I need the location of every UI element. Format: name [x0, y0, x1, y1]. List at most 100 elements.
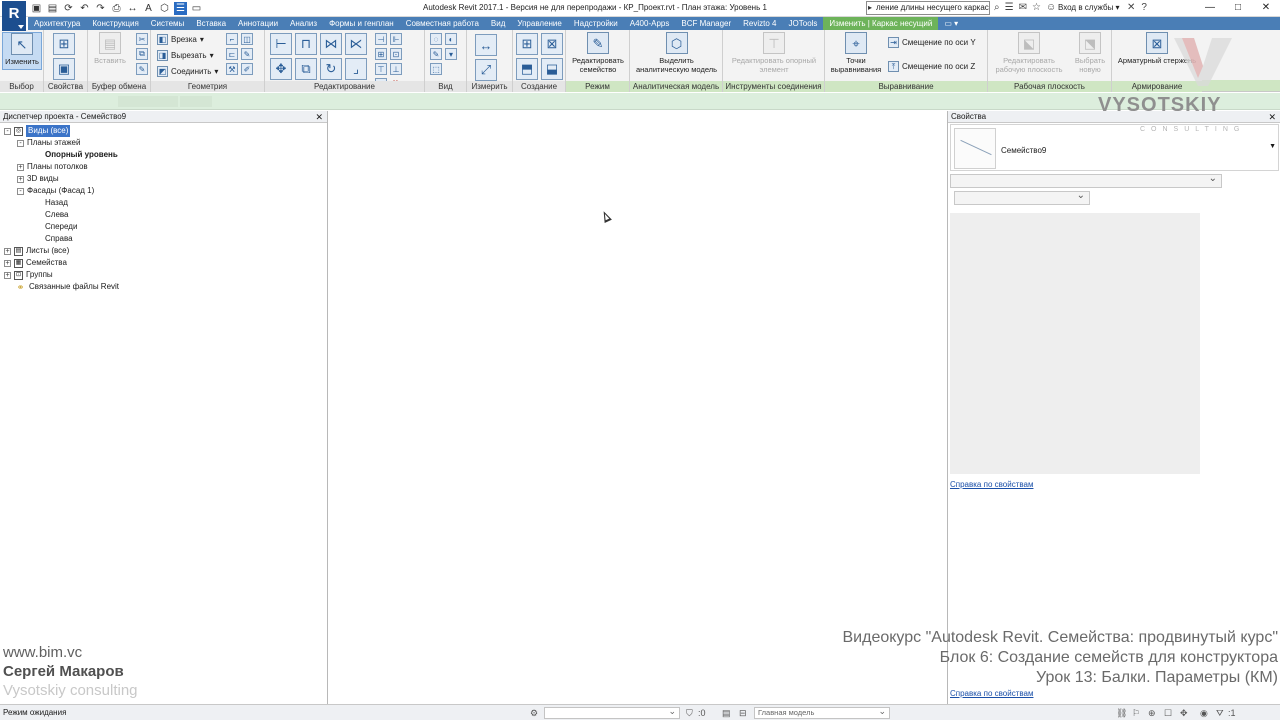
panel-select-label[interactable]: Выбор	[0, 81, 43, 92]
close-icon[interactable]: ✕	[1268, 111, 1276, 123]
tree-node-ref-level[interactable]: Опорный уровень	[45, 149, 118, 161]
paste-button[interactable]: ▤ Вставить	[92, 32, 128, 65]
collapse-icon[interactable]: -	[17, 139, 24, 147]
tab-manage[interactable]: Управление	[511, 17, 567, 30]
rotate-icon[interactable]: ↻	[320, 58, 342, 80]
create-similar-icon[interactable]: ⬓	[541, 58, 563, 80]
split-face-icon[interactable]: ◫	[241, 33, 253, 45]
properties-help-link[interactable]: Справка по свойствам	[950, 689, 1033, 698]
tab-annotate[interactable]: Аннотации	[232, 17, 284, 30]
tree-node-3d-views[interactable]: + 3D виды	[17, 173, 59, 185]
edit-reference-button[interactable]: ⊤ Редактировать опорный элемент	[729, 32, 819, 74]
type-properties-icon[interactable]: ⊞	[53, 33, 75, 55]
split-gap-icon[interactable]: ⊩	[390, 33, 402, 45]
tab-architecture[interactable]: Архитектура	[28, 17, 86, 30]
scale-icon[interactable]: ⊡	[390, 48, 402, 60]
match-type-icon[interactable]: ✎	[136, 63, 148, 75]
workset-icon[interactable]: ⚙	[530, 708, 538, 718]
create-parts-icon[interactable]: ⊠	[541, 33, 563, 55]
collapse-icon[interactable]: -	[17, 187, 24, 195]
cope-button[interactable]: ◧ Врезка ▾	[157, 34, 204, 45]
design-option-dropdown[interactable]: Главная модель	[754, 706, 890, 719]
switch-windows-icon[interactable]: ▭	[190, 2, 203, 15]
tab-modify-structural-framing[interactable]: Изменить | Каркас несущий	[823, 17, 939, 30]
edit-type-dropdown[interactable]	[954, 190, 1090, 205]
demolish-icon[interactable]: ⚒	[226, 63, 238, 75]
select-links-icon[interactable]: ⛓	[1116, 708, 1127, 718]
tab-bcf-manager[interactable]: BCF Manager	[675, 17, 737, 30]
print-icon[interactable]: ⎙	[110, 2, 123, 15]
expand-icon[interactable]: +	[17, 163, 24, 171]
tree-node-families[interactable]: + ▦ Семейства	[4, 257, 67, 269]
tab-a400-apps[interactable]: A400-Apps	[624, 17, 676, 30]
open-icon[interactable]: ▣	[30, 2, 43, 15]
properties-help-link[interactable]: Справка по свойствам	[950, 480, 1033, 489]
binoculars-icon[interactable]: ⌕	[994, 2, 1000, 14]
tree-node-views[interactable]: - ◎ Виды (все)	[4, 125, 71, 137]
expand-icon[interactable]: +	[4, 271, 11, 279]
tab-jotools[interactable]: JOTools	[783, 17, 824, 30]
tab-view[interactable]: Вид	[485, 17, 511, 30]
tab-addins[interactable]: Надстройки	[568, 17, 624, 30]
trim-extend-icon[interactable]: ⌟	[345, 58, 367, 80]
3d-view-icon[interactable]: ⬡	[158, 2, 171, 15]
exchange-icon[interactable]: ✕	[1127, 2, 1135, 14]
instance-filter-dropdown[interactable]	[950, 173, 1222, 188]
linework-icon[interactable]: ✎	[430, 48, 442, 60]
communication-icon[interactable]: ✉	[1019, 2, 1027, 14]
design-options-icon[interactable]: ▤	[722, 708, 731, 718]
tree-node-right[interactable]: Справа	[45, 233, 73, 245]
filter-icon[interactable]: ⛛	[1216, 708, 1224, 718]
measure-icon[interactable]: ↔	[126, 2, 139, 15]
sign-in-menu[interactable]: Вход в службы	[1058, 3, 1120, 12]
expand-icon[interactable]: +	[17, 175, 24, 183]
tree-node-floor-plans[interactable]: - Планы этажей	[17, 137, 80, 149]
search-input[interactable]: ление длины несущего каркаса	[866, 1, 990, 15]
edit-family-button[interactable]: ✎ Редактировать семейство	[568, 32, 628, 74]
collapse-icon[interactable]: -	[4, 127, 11, 135]
tree-node-groups[interactable]: + ⊡ Группы	[4, 269, 53, 281]
select-box-icon[interactable]: ⬚	[430, 63, 442, 75]
tab-massing-site[interactable]: Формы и генплан	[323, 17, 400, 30]
editable-only-icon[interactable]: ⛉	[686, 708, 693, 718]
offset-icon[interactable]: ⊓	[295, 33, 317, 55]
close-icon[interactable]: ✕	[315, 111, 323, 123]
paint-icon[interactable]: ✎	[241, 48, 253, 60]
mirror-axis-icon[interactable]: ⋈	[320, 33, 342, 55]
tab-analyze[interactable]: Анализ	[284, 17, 323, 30]
select-underlay-icon[interactable]: ⚐	[1132, 708, 1140, 718]
y-offset-button[interactable]: ⇥ Смещение по оси Y	[888, 37, 976, 48]
exclude-options-icon[interactable]: ⊟	[739, 708, 747, 718]
select-by-face-icon[interactable]: ☐	[1164, 708, 1172, 718]
workset-dropdown[interactable]	[544, 706, 680, 719]
expand-icon[interactable]: +	[4, 259, 11, 267]
tab-insert[interactable]: Вставка	[190, 17, 232, 30]
tab-collaborate[interactable]: Совместная работа	[400, 17, 485, 30]
app-menu-button[interactable]: R	[2, 1, 26, 31]
cut-icon[interactable]: ✂	[136, 33, 148, 45]
mirror-draw-icon[interactable]: ⋉	[345, 33, 367, 55]
wall-joins-icon[interactable]: ⌐	[226, 33, 238, 45]
pin-icon[interactable]: ⊤	[375, 63, 387, 75]
sync-icon[interactable]: ⟳	[62, 2, 75, 15]
copy-icon[interactable]: ⧉	[136, 48, 148, 60]
close-windows-icon[interactable]: ☰	[174, 2, 187, 15]
create-group-icon[interactable]: ⬒	[516, 58, 538, 80]
redo-icon[interactable]: ↷	[94, 2, 107, 15]
copy-element-icon[interactable]: ⧉	[295, 58, 317, 80]
tab-revizto[interactable]: Revizto 4	[737, 17, 782, 30]
select-pinned-icon[interactable]: ⊕	[1148, 708, 1156, 718]
chevron-down-icon[interactable]: ▼	[1269, 143, 1276, 150]
pick-new-button[interactable]: ⬔ Выбрать новую	[1072, 32, 1108, 74]
text-icon[interactable]: A	[142, 2, 155, 15]
tree-node-back[interactable]: Назад	[45, 197, 68, 209]
view-dropdown-icon[interactable]: ▾	[445, 48, 457, 60]
edit-work-plane-button[interactable]: ⬕ Редактировать рабочую плоскость	[991, 32, 1067, 74]
measure-between-icon[interactable]: ↔	[475, 34, 497, 56]
cut-geometry-button[interactable]: ◨ Вырезать ▾	[157, 50, 214, 61]
remove-paint-icon[interactable]: ✐	[241, 63, 253, 75]
minimize-button[interactable]: —	[1196, 0, 1224, 16]
modify-button[interactable]: ↖ Изменить	[2, 32, 42, 70]
tree-node-ceiling-plans[interactable]: + Планы потолков	[17, 161, 88, 173]
align-icon[interactable]: ⊢	[270, 33, 292, 55]
